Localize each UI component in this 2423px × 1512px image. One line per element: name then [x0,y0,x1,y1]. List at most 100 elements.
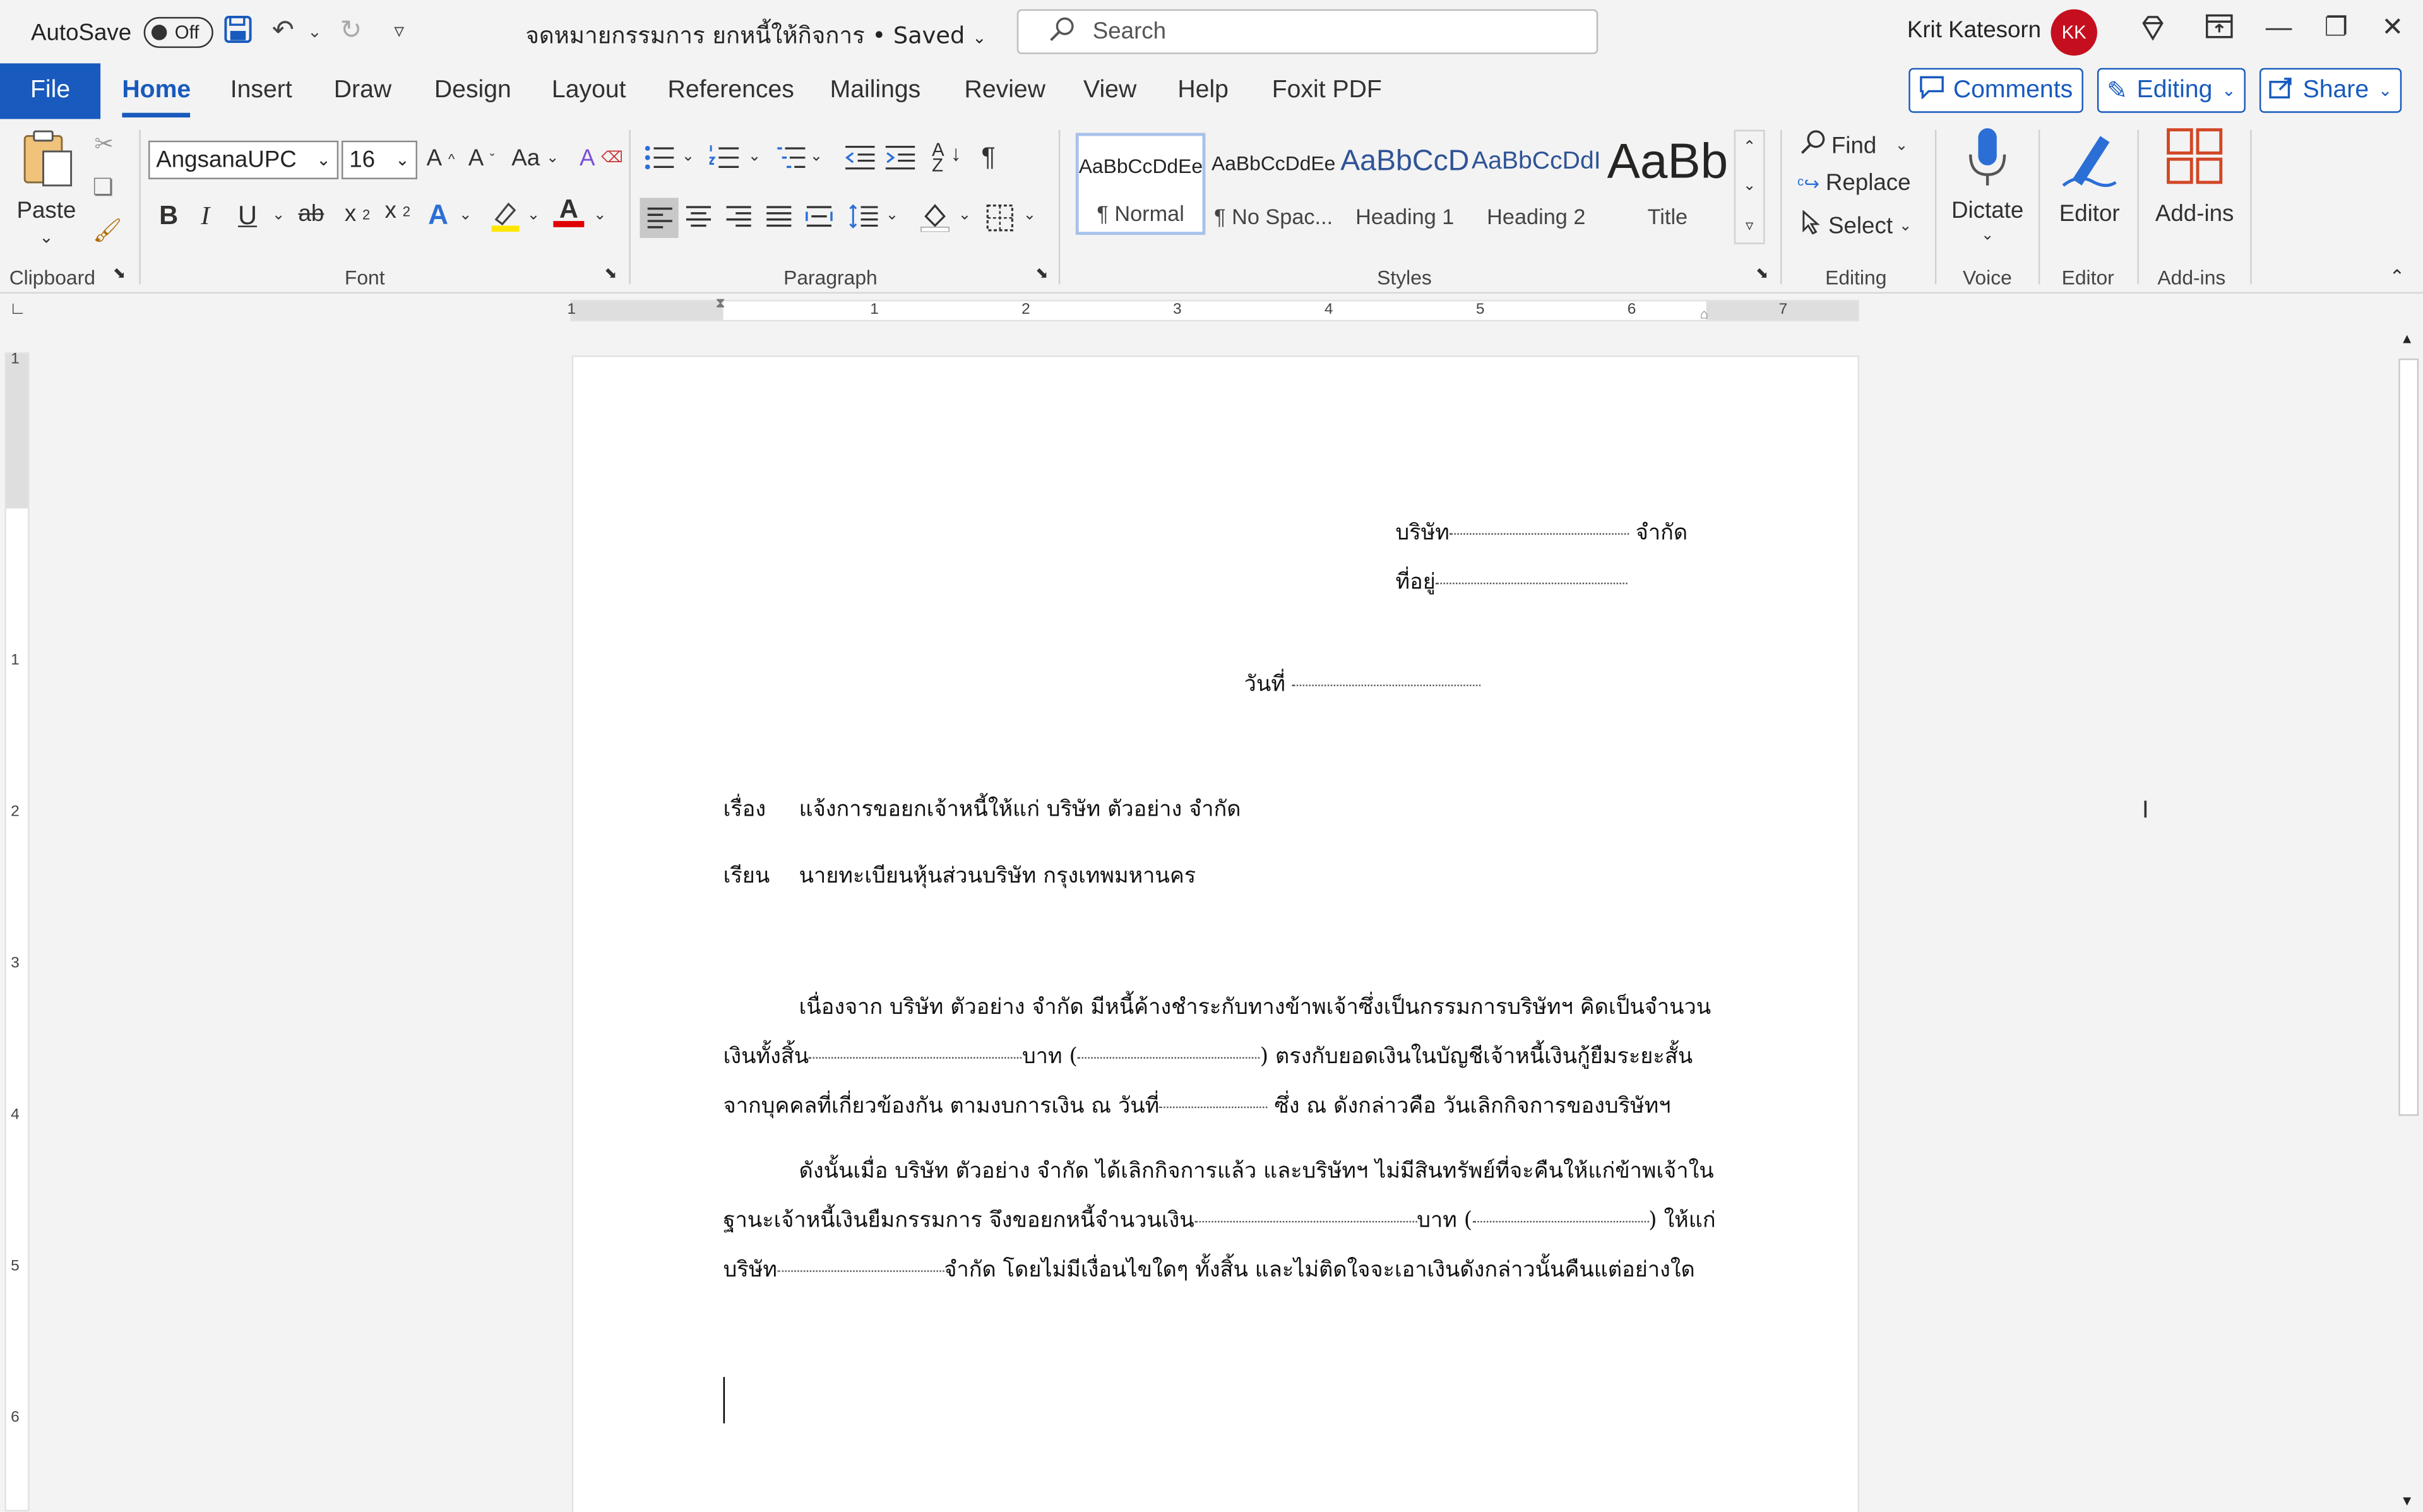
font-color-icon[interactable]: A [553,194,585,227]
more-styles-icon[interactable]: ▿ [1746,218,1753,235]
shrink-font-icon[interactable]: Aˇ [468,145,495,172]
italic-button[interactable]: I [201,201,210,232]
multilevel-list-icon[interactable] [776,145,807,170]
avatar[interactable]: KK [2051,9,2097,56]
chevron-down-icon[interactable]: ⌄ [1023,207,1037,224]
tab-insert[interactable]: Insert [230,77,292,105]
tab-foxit-pdf[interactable]: Foxit PDF [1272,77,1382,105]
bold-button[interactable]: B [159,201,178,232]
text-effects-icon[interactable]: A [428,199,448,232]
replace-button[interactable]: ᶜ↪ Replace [1797,170,1911,196]
chevron-down-icon[interactable]: ⌄ [272,207,285,224]
cut-icon[interactable]: ✂ [94,130,114,158]
editor-button[interactable]: Editor [2056,127,2124,227]
save-icon[interactable] [224,15,252,51]
tab-references[interactable]: References [668,77,794,105]
style-heading-2[interactable]: AaBbCcDdI Heading 2 [1471,133,1601,235]
tab-file[interactable]: File [0,63,101,119]
ribbon-display-icon[interactable] [2204,13,2235,48]
decrease-indent-icon[interactable] [845,145,876,170]
scroll-down-icon[interactable]: ▼ [2400,1493,2414,1508]
scroll-up-icon[interactable]: ▲ [2400,331,2414,346]
numbering-icon[interactable] [709,145,741,170]
user-name[interactable]: Krit Katesorn [1907,17,2041,44]
customize-toolbar-icon[interactable]: ▿ [394,18,404,43]
bullets-icon[interactable] [645,145,676,170]
align-left-button[interactable] [640,198,679,238]
comments-button[interactable]: Comments [1908,68,2083,113]
add-ins-button[interactable]: Add-ins [2153,127,2236,227]
vertical-ruler[interactable]: 1 1 2 3 4 5 6 [4,351,30,1512]
show-formatting-icon[interactable]: ¶ [981,142,995,173]
underline-button[interactable]: U [238,201,257,232]
tab-design[interactable]: Design [434,77,511,105]
editing-mode-button[interactable]: ✎ Editing ⌄ [2097,68,2246,113]
document-title[interactable]: จดหมายกรรมการ ยกหนี้ให้กิจการ • Saved ⌄ [525,17,986,54]
horizontal-ruler[interactable]: 1 1 2 3 4 5 6 7 ⧗ ⌂ [567,295,1859,322]
font-size-select[interactable]: 16 ⌄ [342,140,417,179]
style-heading-1[interactable]: AaBbCcD Heading 1 [1340,133,1470,235]
minimize-icon[interactable]: — [2266,13,2292,44]
superscript-button[interactable]: x2 [385,198,410,224]
thai-distributed-icon[interactable] [805,204,833,229]
undo-icon[interactable]: ↶ [272,15,294,46]
font-family-select[interactable]: AngsanaUPC ⌄ [148,140,339,179]
change-case-button[interactable]: Aa ⌄ [511,145,559,172]
tab-review[interactable]: Review [965,77,1045,105]
subscript-button[interactable]: x2 [345,201,370,227]
highlight-icon[interactable] [489,198,523,232]
increase-indent-icon[interactable] [885,145,917,170]
dialog-launcher-icon[interactable]: ⬊ [604,266,617,283]
vertical-scrollbar[interactable]: ▲ ▼ [2395,327,2422,1512]
share-button[interactable]: Share ⌄ [2259,68,2402,113]
tab-draw[interactable]: Draw [334,77,391,105]
autosave-toggle[interactable]: Off [143,16,213,48]
select-button[interactable]: Select ⌄ [1801,210,1912,241]
chevron-down-icon[interactable]: ⌄ [459,207,472,224]
find-button[interactable]: Find ⌄ [1801,130,1908,161]
style-normal[interactable]: AaBbCcDdEe ¶ Normal [1075,133,1206,235]
copy-icon[interactable]: ❏ [93,173,114,201]
chevron-down-icon[interactable]: ⌄ [810,148,823,165]
tab-selector-icon[interactable]: ∟ [9,300,26,318]
undo-dropdown-icon[interactable]: ⌄ [307,21,322,42]
style-no-spacing[interactable]: AaBbCcDdEe ¶ No Spac... [1208,133,1338,235]
shading-icon[interactable] [920,201,951,232]
strikethrough-button[interactable]: ab [298,201,324,227]
dialog-launcher-icon[interactable]: ⬊ [1756,266,1769,283]
chevron-down-icon[interactable]: ⌄ [958,207,972,224]
style-title[interactable]: AaBb Title [1603,133,1733,235]
indent-marker-icon[interactable]: ⧗ [715,295,725,313]
right-indent-marker-icon[interactable]: ⌂ [1700,306,1708,321]
chevron-down-icon[interactable]: ⌄ [527,207,540,224]
grow-font-icon[interactable]: A ^ [427,145,455,172]
styles-gallery-scroller[interactable]: ⌃ ⌄ ▿ [1734,129,1765,244]
borders-icon[interactable] [986,204,1014,232]
align-center-button[interactable] [684,204,712,229]
collapse-ribbon-icon[interactable]: ⌃ [2390,266,2405,287]
dictate-button[interactable]: Dictate ⌄ [1950,127,2025,244]
chevron-down-icon[interactable]: ⌄ [748,148,761,165]
align-right-button[interactable] [725,204,753,229]
tab-home[interactable]: Home [122,77,192,118]
chevron-down-icon[interactable]: ⌄ [682,148,695,165]
document-page[interactable]: บริษัท จำกัด ที่อยู่ วันที่ เรื่อง แจ้งก… [571,355,1859,1512]
line-spacing-icon[interactable] [848,204,879,229]
format-painter-icon[interactable]: 🖌 [93,217,122,244]
tab-view[interactable]: View [1083,77,1136,105]
sort-icon[interactable]: A Z ↓ [932,141,961,175]
clear-formatting-icon[interactable]: A ⌫ [580,145,623,172]
search-box[interactable]: Search [1016,9,1598,54]
chevron-down-icon[interactable]: ⌄ [886,207,899,224]
chevron-down-icon[interactable]: ⌄ [593,207,607,224]
chevron-up-icon[interactable]: ⌃ [1743,140,1756,157]
tab-help[interactable]: Help [1177,77,1229,105]
autosave[interactable]: AutoSave Off [31,16,213,48]
dialog-launcher-icon[interactable]: ⬊ [113,266,126,283]
restore-icon[interactable]: ❐ [2325,13,2348,44]
close-icon[interactable]: ✕ [2381,13,2403,44]
tab-layout[interactable]: Layout [552,77,626,105]
paste-button[interactable]: Paste ⌄ [15,127,77,247]
tab-mailings[interactable]: Mailings [830,77,921,105]
scroll-thumb[interactable] [2398,358,2419,1116]
